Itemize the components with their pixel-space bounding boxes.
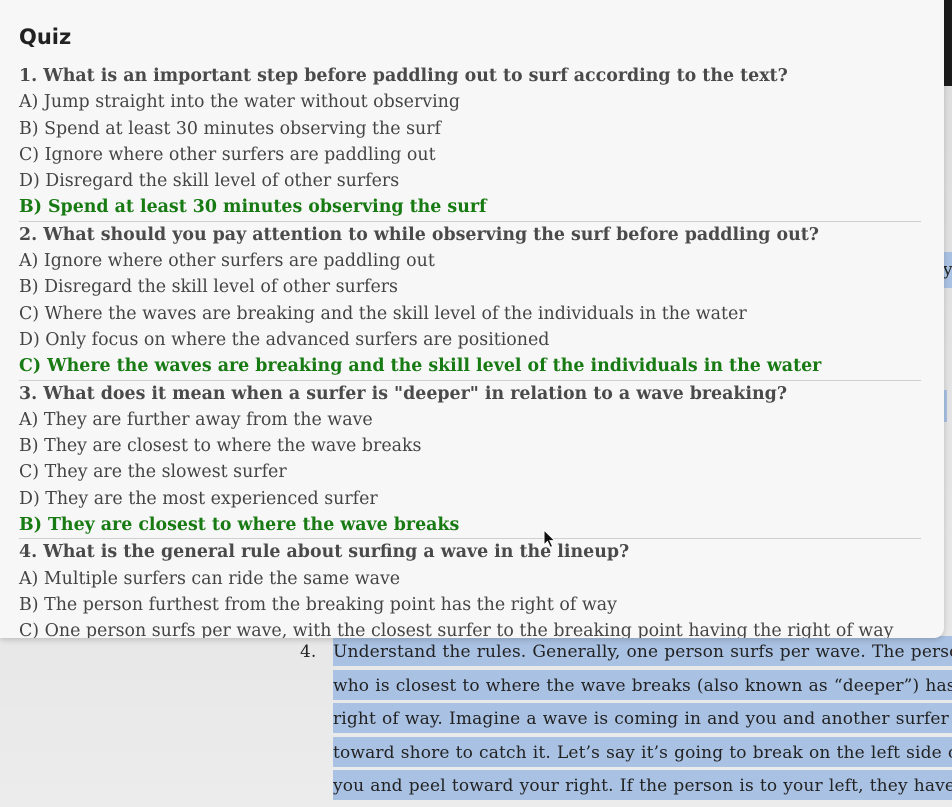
paragraph-line-text: you and peel toward your right. If the p… [333, 770, 952, 800]
answer-option: A) Jump straight into the water without … [19, 92, 461, 113]
answer-option: B) They are closest to where the wave br… [19, 436, 422, 457]
quiz-body[interactable]: 1. What is an important step before padd… [19, 63, 921, 638]
answer-option: D) Only focus on where the advanced surf… [19, 329, 550, 350]
question-block: 4. What is the general rule about surfin… [19, 539, 921, 638]
answer-option: C) Where the waves are breaking and the … [19, 303, 747, 324]
question-block: 2. What should you pay attention to whil… [19, 222, 921, 381]
answer-option: D) They are the most experienced surfer [19, 488, 378, 509]
answer-option: A) Multiple surfers can ride the same wa… [19, 568, 401, 589]
paragraph-line-text: right of way. Imagine a wave is coming i… [333, 703, 952, 733]
paragraph-line: right of way. Imagine a wave is coming i… [333, 703, 952, 737]
question-block: 3. What does it mean when a surfer is "d… [19, 381, 921, 540]
highlighted-paragraph[interactable]: Understand the rules. Generally, one per… [333, 636, 952, 804]
paragraph-line-text: Understand the rules. Generally, one per… [333, 636, 952, 666]
paragraph-line: you and peel toward your right. If the p… [333, 770, 952, 804]
paragraph-line: toward shore to catch it. Let’s say it’s… [333, 736, 952, 771]
correct-answer: B) They are closest to where the wave br… [19, 515, 460, 536]
quiz-title: Quiz [19, 25, 72, 49]
paragraph-line-text: who is closest to where the wave breaks … [333, 669, 952, 700]
side-highlight-sliver [944, 390, 947, 422]
question-text: 4. What is the general rule about surfin… [19, 542, 630, 563]
answer-option: C) One person surfs per wave, with the c… [19, 621, 894, 638]
correct-answer: B) Spend at least 30 minutes observing t… [19, 197, 487, 218]
question-text: 2. What should you pay attention to whil… [19, 224, 819, 245]
answer-option: B) Spend at least 30 minutes observing t… [19, 118, 441, 139]
quiz-panel: Quiz 1. What is an important step before… [0, 0, 944, 638]
answer-option: B) Disregard the skill level of other su… [19, 277, 398, 298]
question-text: 3. What does it mean when a surfer is "d… [19, 383, 788, 404]
answer-option: C) They are the slowest surfer [19, 462, 287, 483]
question-text: 1. What is an important step before padd… [19, 66, 788, 86]
correct-answer: C) Where the waves are breaking and the … [19, 356, 822, 377]
paragraph-line-text: toward shore to catch it. Let’s say it’s… [333, 736, 952, 767]
paragraph-line: Understand the rules. Generally, one per… [333, 636, 952, 670]
answer-option: A) Ignore where other surfers are paddli… [19, 251, 435, 272]
list-number: 4. [300, 642, 317, 662]
answer-option: C) Ignore where other surfers are paddli… [19, 144, 436, 165]
mouse-cursor-icon [543, 528, 557, 553]
side-highlight-fragment: y [944, 252, 952, 288]
paragraph-line: who is closest to where the wave breaks … [333, 669, 952, 704]
question-block: 1. What is an important step before padd… [19, 63, 921, 222]
answer-option: A) They are further away from the wave [19, 409, 373, 430]
answer-option: B) The person furthest from the breaking… [19, 594, 617, 615]
answer-option: D) Disregard the skill level of other su… [19, 171, 400, 192]
